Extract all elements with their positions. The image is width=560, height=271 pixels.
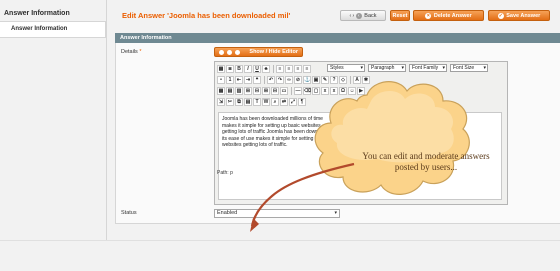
insert-row-icon[interactable]: ⊞ [244, 87, 252, 95]
styles-select[interactable]: Styles [327, 64, 365, 72]
details-label-text: Details [121, 49, 138, 55]
cell-props-icon[interactable]: ▥ [235, 87, 243, 95]
sidebar-tab-answer-information[interactable]: Answer Information [0, 22, 106, 38]
paste-icon[interactable]: ▤ [244, 98, 252, 106]
divider [0, 240, 560, 241]
align-center-icon[interactable]: ≡ [285, 65, 293, 73]
table-icon[interactable]: ▦ [217, 87, 225, 95]
undo-icon[interactable]: ↶ [267, 76, 275, 84]
insert-col-icon[interactable]: ⊞ [262, 87, 270, 95]
editor-icon [219, 50, 224, 55]
back-label: Back [364, 13, 377, 19]
image-icon[interactable]: ◙ [226, 65, 234, 73]
divider [106, 0, 107, 240]
back-button[interactable]: ‹ › ‹ Back [340, 10, 386, 21]
back-icon: ‹ [355, 13, 362, 19]
underline-icon[interactable]: U [253, 65, 261, 73]
paste-text-icon[interactable]: T [253, 98, 261, 106]
save-label: Save Answer [506, 13, 541, 19]
cut-icon[interactable]: ✂ [226, 98, 234, 106]
outdent-icon[interactable]: ⇤ [235, 76, 243, 84]
editor-icon [235, 50, 240, 55]
divider [264, 76, 265, 84]
find-icon[interactable]: ⌕ [271, 98, 279, 106]
fullscreen-icon[interactable]: ⤢ [289, 98, 297, 106]
reset-button[interactable]: Reset [390, 10, 410, 21]
sidebar-tab-label: Answer Information [11, 26, 68, 32]
align-left-icon[interactable]: ≡ [276, 65, 284, 73]
toolbar-row-4: ⇲ ✂ ⧉ ▤ T W ⌕ ⇄ ⤢ ¶ [217, 97, 307, 107]
save-answer-button[interactable]: ✓ Save Answer [488, 10, 550, 21]
divider [273, 65, 274, 73]
merge-cells-icon[interactable]: ▭ [280, 87, 288, 95]
sidebar: Answer Information Answer Information [0, 0, 106, 271]
unlink-icon[interactable]: ⊘ [294, 76, 302, 84]
toolbar-row-1: ▦ ◙ B I U a ≡ ≡ ≡ ≡ [217, 64, 312, 74]
redo-icon[interactable]: ↷ [276, 76, 284, 84]
font-size-select[interactable]: Font Size [450, 64, 488, 72]
section-header: Answer Information [115, 33, 560, 43]
delete-label: Delete Answer [433, 13, 472, 19]
link-icon[interactable]: ∞ [285, 76, 293, 84]
callout-text: You can edit and moderate answers posted… [362, 151, 490, 172]
toggle-editor-button[interactable]: Show / Hide Editor [214, 47, 303, 57]
strikethrough-icon[interactable]: a [262, 65, 270, 73]
align-right-icon[interactable]: ≡ [294, 65, 302, 73]
paragraph-select[interactable]: Paragraph [368, 64, 406, 72]
indent-icon[interactable]: ⇥ [244, 76, 252, 84]
editor-path: Path: p [217, 170, 233, 176]
hr-icon[interactable]: — [294, 87, 302, 95]
page-title: Edit Answer 'Joomla has been downloaded … [122, 11, 291, 20]
bullet-list-icon[interactable]: • [217, 76, 225, 84]
section-title: Answer Information [120, 35, 172, 41]
divider [291, 87, 292, 95]
bold-icon[interactable]: B [235, 65, 243, 73]
details-label: Details * [121, 49, 141, 55]
status-label: Status [121, 210, 137, 216]
arrow-line [250, 162, 355, 227]
font-family-select[interactable]: Font Family [409, 64, 447, 72]
sidebar-title: Answer Information [4, 10, 70, 17]
row-props-icon[interactable]: ▤ [226, 87, 234, 95]
copy-icon[interactable]: ⧉ [235, 98, 243, 106]
replace-icon[interactable]: ⇄ [280, 98, 288, 106]
widget-icon[interactable]: ▦ [217, 65, 225, 73]
justify-icon[interactable]: ≡ [303, 65, 311, 73]
numbered-list-icon[interactable]: 1 [226, 76, 234, 84]
paste-word-icon[interactable]: W [262, 98, 270, 106]
italic-icon[interactable]: I [244, 65, 252, 73]
delete-answer-button[interactable]: × Delete Answer [413, 10, 484, 21]
delete-col-icon[interactable]: ⊟ [271, 87, 279, 95]
delete-row-icon[interactable]: ⊟ [253, 87, 261, 95]
required-mark: * [139, 49, 142, 55]
nav-arrows-icon: ‹ › [349, 13, 355, 19]
reset-label: Reset [392, 13, 408, 19]
save-icon: ✓ [497, 13, 504, 19]
editor-icon [227, 50, 232, 55]
delete-icon: × [425, 13, 432, 19]
blockquote-icon[interactable]: ❝ [253, 76, 261, 84]
pilcrow-icon[interactable]: ¶ [298, 98, 306, 106]
pagebreak-icon[interactable]: ⇲ [217, 98, 225, 106]
toggle-editor-label: Show / Hide Editor [249, 49, 298, 55]
